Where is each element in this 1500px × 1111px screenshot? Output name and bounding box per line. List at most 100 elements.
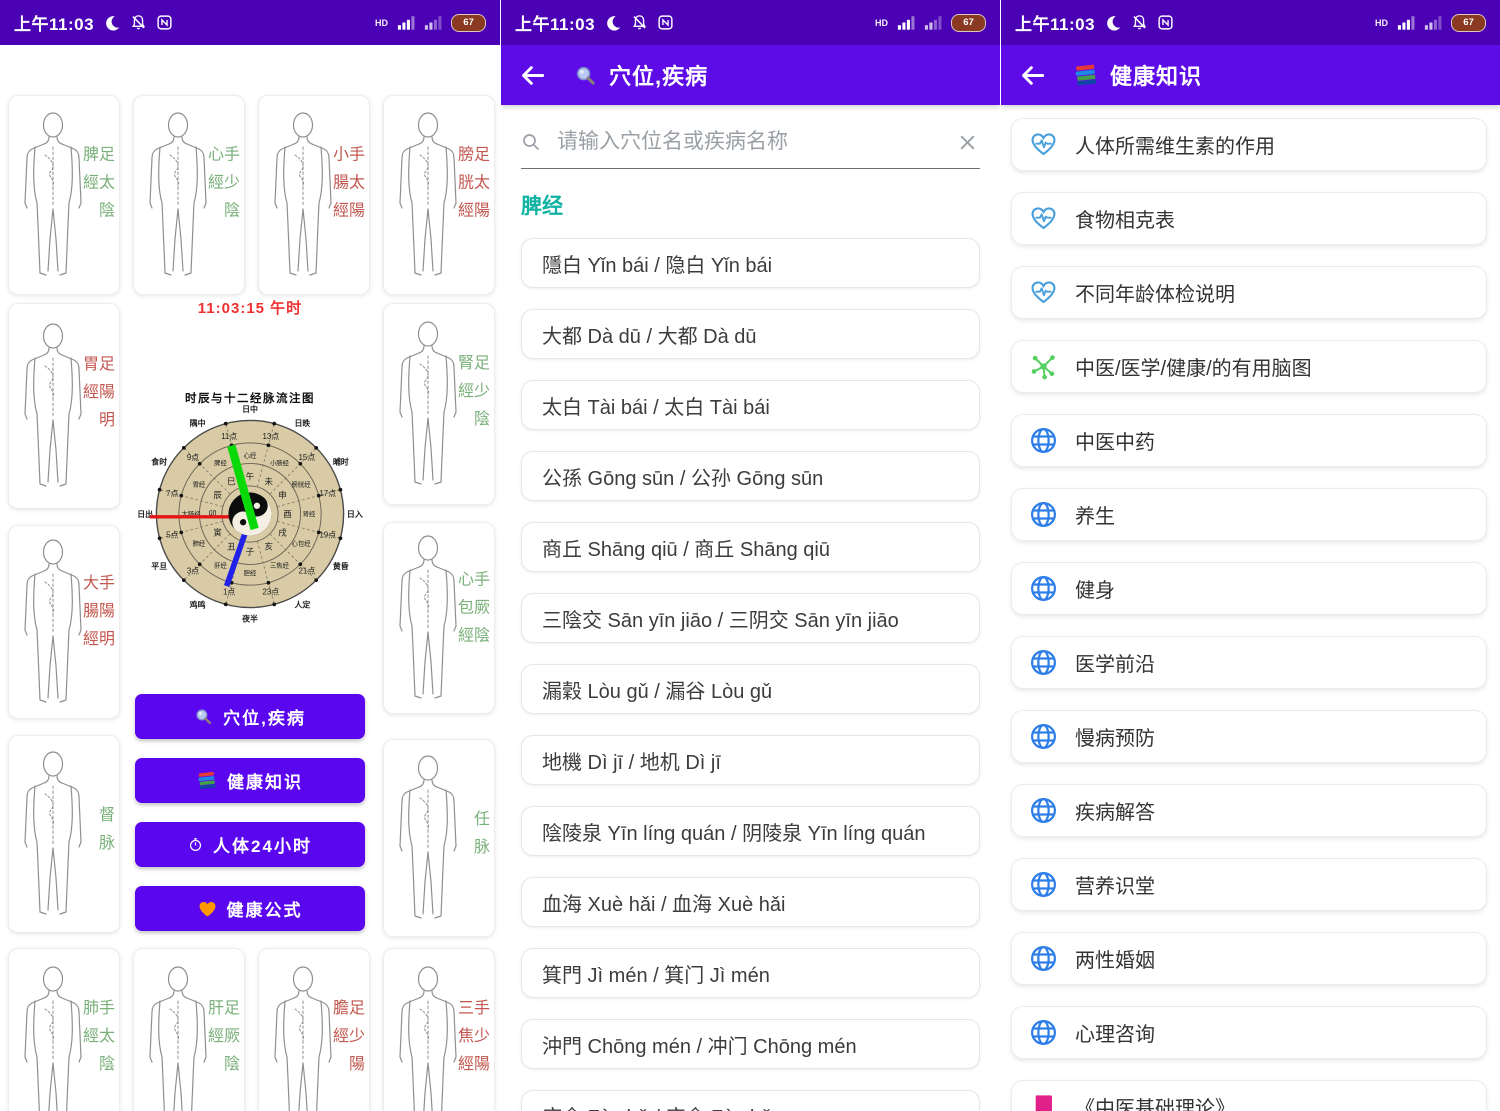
status-bar: 上午11:03	[1001, 0, 1500, 45]
svg-text:日昳: 日昳	[294, 418, 311, 428]
knowledge-item[interactable]: 不同年龄体检说明	[1011, 266, 1487, 319]
meridian-card[interactable]: 手陽明大腸經	[8, 525, 120, 719]
clear-icon[interactable]	[955, 130, 980, 155]
svg-text:23点: 23点	[262, 588, 279, 597]
search-result-item[interactable]: 太白 Tài bái / 太白 Tài bái	[521, 380, 980, 430]
search-result-item[interactable]: 隱白 Yǐn bái / 隐白 Yǐn bái	[521, 238, 980, 288]
svg-text:辰: 辰	[213, 490, 222, 500]
hd-label: HD	[875, 18, 888, 28]
svg-text:19点: 19点	[319, 531, 336, 540]
knowledge-item[interactable]: 慢病预防	[1011, 710, 1487, 763]
meridian-card-label: 手少陰心經	[205, 146, 237, 245]
moon-icon	[103, 14, 121, 32]
signal2-icon	[924, 15, 942, 30]
meridian-card[interactable]: 足少陰腎經	[383, 303, 495, 505]
svg-text:15点: 15点	[299, 453, 316, 462]
svg-text:胆经: 胆经	[244, 568, 257, 577]
svg-text:人定: 人定	[293, 600, 310, 610]
search-result-item[interactable]: 地機 Dì jī / 地机 Dì jī	[521, 735, 980, 785]
battery-icon: 67	[1451, 14, 1486, 32]
knowledge-item[interactable]: 营养识堂	[1011, 858, 1487, 911]
search-result-item[interactable]: 漏穀 Lòu gǔ / 漏谷 Lòu gǔ	[521, 664, 980, 714]
search-bar	[521, 116, 980, 169]
meridian-card[interactable]: 足太陽膀胱經	[383, 95, 495, 295]
health-knowledge-button[interactable]: 健康知识	[135, 758, 365, 803]
knowledge-item[interactable]: 养生	[1011, 488, 1487, 541]
back-arrow-icon[interactable]	[1019, 62, 1046, 89]
svg-text:三焦经: 三焦经	[270, 560, 290, 569]
search-result-item[interactable]: 血海 Xuè hǎi / 血海 Xuè hǎi	[521, 877, 980, 927]
acupoint-search-button[interactable]: 穴位,疾病	[135, 694, 365, 739]
battery-level: 67	[963, 17, 974, 28]
search-result-item[interactable]: 府舍 Fù shě / 府舍 Fù shě	[521, 1090, 980, 1111]
status-time: 上午11:03	[1015, 10, 1095, 35]
meridian-card[interactable]: 督脉	[8, 735, 120, 933]
meridian-card[interactable]: 手厥陰心包經	[383, 522, 495, 714]
svg-text:亥: 亥	[265, 541, 273, 551]
svg-text:膀胱经: 膀胱经	[292, 480, 312, 489]
meridian-card-label: 足太陽膀胱經	[455, 146, 487, 245]
meridian-card[interactable]: 任脉	[383, 739, 495, 937]
search-input[interactable]	[555, 129, 941, 155]
svg-text:心经: 心经	[244, 450, 257, 459]
knowledge-item[interactable]: 疾病解答	[1011, 784, 1487, 837]
search-result-label: 商丘 Shāng qiū / 商丘 Shāng qiū	[542, 533, 830, 562]
svg-text:隅中: 隅中	[190, 418, 206, 428]
knowledge-item[interactable]: 两性婚姻	[1011, 932, 1487, 985]
meridian-card[interactable]: 手太陽小腸經	[258, 95, 370, 295]
search-result-item[interactable]: 公孫 Gōng sūn / 公孙 Gōng sūn	[521, 451, 980, 501]
svg-text:子: 子	[246, 546, 254, 556]
search-result-label: 府舍 Fù shě / 府舍 Fù shě	[542, 1101, 772, 1111]
books-icon	[1074, 64, 1098, 86]
meridian-card[interactable]: 手少陽三焦經	[383, 948, 495, 1111]
meridian-card[interactable]: 手太陰肺經	[8, 948, 120, 1111]
status-bar: 上午11:03	[0, 0, 500, 45]
signal2-icon	[1424, 15, 1442, 30]
search-result-item[interactable]: 大都 Dà dū / 大都 Dà dū	[521, 309, 980, 359]
svg-text:17点: 17点	[319, 489, 336, 498]
meridian-card[interactable]: 手少陰心經	[133, 95, 245, 295]
signal-icon	[897, 15, 915, 30]
health-formula-button[interactable]: 健康公式	[135, 886, 365, 931]
knowledge-item[interactable]: 《中医基础理论》	[1011, 1080, 1487, 1111]
body-24h-button[interactable]: 人体24小时	[135, 822, 365, 867]
knowledge-item-label: 医学前沿	[1075, 648, 1155, 677]
meridian-card[interactable]: 足厥陰肝經	[133, 948, 245, 1111]
meridian-card-label: 足太陰脾經	[80, 146, 112, 245]
globe-icon	[1028, 648, 1058, 677]
svg-text:7点: 7点	[166, 489, 178, 498]
knowledge-item-label: 健身	[1075, 574, 1115, 603]
button-label: 健康公式	[227, 896, 303, 921]
back-arrow-icon[interactable]	[519, 62, 546, 89]
meridian-card[interactable]: 足太陰脾經	[8, 95, 120, 295]
meridian-card-label: 手陽明大腸經	[80, 574, 112, 670]
page-title: 穴位,疾病	[609, 59, 708, 91]
knowledge-item[interactable]: 中医/医学/健康/的有用脑图	[1011, 340, 1487, 393]
knowledge-item[interactable]: 医学前沿	[1011, 636, 1487, 689]
knowledge-item[interactable]: 心理咨询	[1011, 1006, 1487, 1059]
knowledge-item[interactable]: 食物相克表	[1011, 192, 1487, 245]
search-result-item[interactable]: 箕門 Jì mén / 箕门 Jì mén	[521, 948, 980, 998]
globe-icon	[1028, 500, 1058, 529]
search-result-item[interactable]: 沖門 Chōng mén / 冲门 Chōng mén	[521, 1019, 980, 1069]
moon-icon	[604, 14, 622, 32]
search-result-item[interactable]: 陰陵泉 Yīn líng quán / 阴陵泉 Yīn líng quán	[521, 806, 980, 856]
knowledge-item-label: 不同年龄体检说明	[1075, 278, 1235, 307]
knowledge-item-label: 疾病解答	[1075, 796, 1155, 825]
svg-text:晡时: 晡时	[333, 456, 349, 466]
knowledge-item[interactable]: 人体所需维生素的作用	[1011, 118, 1487, 171]
knowledge-item[interactable]: 中医中药	[1011, 414, 1487, 467]
search-result-item[interactable]: 三陰交 Sān yīn jiāo / 三阴交 Sān yīn jiāo	[521, 593, 980, 643]
search-result-item[interactable]: 商丘 Shāng qiū / 商丘 Shāng qiū	[521, 522, 980, 572]
svg-text:1点: 1点	[223, 588, 235, 597]
meridian-card[interactable]: 足陽明胃經	[8, 303, 120, 509]
knowledge-item[interactable]: 健身	[1011, 562, 1487, 615]
search-result-label: 公孫 Gōng sūn / 公孙 Gōng sūn	[542, 462, 823, 491]
meridian-card[interactable]: 足少陽膽經	[258, 948, 370, 1111]
svg-text:9点: 9点	[187, 453, 199, 462]
app-bar: 穴位,疾病	[501, 45, 1000, 105]
body-figure	[13, 744, 93, 924]
heart-pulse-icon	[1028, 130, 1058, 159]
meridian-card-label: 足少陽膽經	[330, 999, 362, 1099]
search-result-label: 三陰交 Sān yīn jiāo / 三阴交 Sān yīn jiāo	[542, 604, 899, 633]
